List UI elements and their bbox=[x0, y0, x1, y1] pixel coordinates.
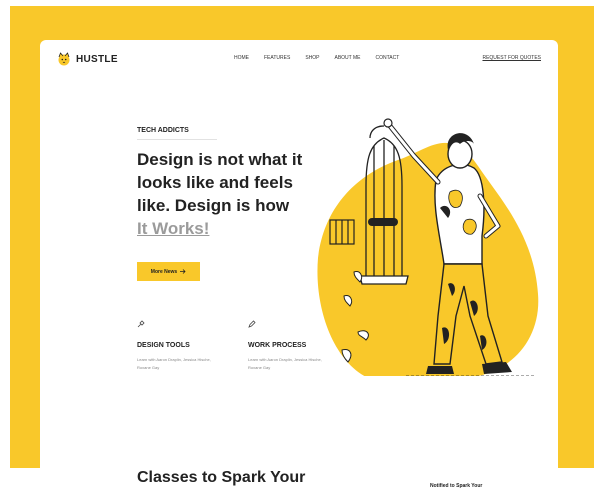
hero-illustration bbox=[317, 118, 539, 376]
headline-line-2: looks like and feels bbox=[137, 173, 293, 192]
nav-item-shop[interactable]: SHOP bbox=[305, 55, 319, 61]
cat-icon bbox=[58, 52, 70, 66]
more-news-button[interactable]: More News bbox=[137, 262, 200, 281]
nav-item-home[interactable]: HOME bbox=[234, 55, 249, 61]
hero-eyebrow: TECH ADDICTS bbox=[137, 127, 189, 134]
notified-note: Notified to Spark Your bbox=[430, 483, 483, 489]
cage-door bbox=[368, 218, 398, 226]
hero-headline: Design is not what it looks like and fee… bbox=[137, 148, 327, 240]
more-news-label: More News bbox=[150, 268, 178, 275]
request-quotes-link[interactable]: REQUEST FOR QUOTES bbox=[482, 55, 541, 61]
arrow-right-icon bbox=[180, 269, 186, 274]
headline-line-1: Design is not what it bbox=[137, 150, 303, 169]
feature-title: DESIGN TOOLS bbox=[137, 342, 190, 349]
feature-design-tools: DESIGN TOOLS Learn with Aaron Draplin, J… bbox=[137, 320, 232, 372]
classes-section-title: Classes to Spark Your bbox=[137, 469, 306, 486]
headline-accent-link[interactable]: It Works! bbox=[137, 217, 327, 240]
headline-line-3: like. Design is how bbox=[137, 196, 290, 215]
main-nav: HOME FEATURES SHOP ABOUT ME CONTACT bbox=[234, 55, 399, 61]
brush-icon bbox=[137, 320, 145, 328]
brand-logo[interactable]: HUSTLE bbox=[57, 52, 118, 66]
nav-item-contact[interactable]: CONTACT bbox=[376, 55, 400, 61]
nav-item-about-me[interactable]: ABOUT ME bbox=[334, 55, 360, 61]
brand-name: HUSTLE bbox=[76, 53, 118, 65]
nav-item-features[interactable]: FEATURES bbox=[264, 55, 290, 61]
pen-icon bbox=[248, 320, 256, 328]
landing-page: HUSTLE HOME FEATURES SHOP ABOUT ME CONTA… bbox=[40, 40, 558, 491]
eyebrow-divider bbox=[137, 139, 217, 140]
feature-text: Learn with Aaron Draplin, Jessica Hische… bbox=[137, 357, 211, 370]
yellow-blob bbox=[317, 142, 539, 376]
